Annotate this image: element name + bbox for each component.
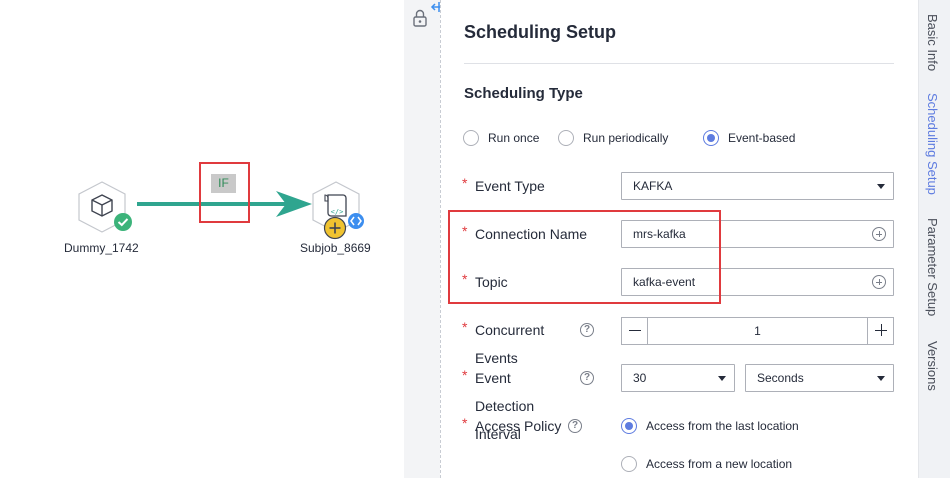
label-event-detection-line2: Detection (475, 398, 535, 414)
tab-parameter-setup[interactable]: Parameter Setup (925, 218, 940, 316)
tab-scheduling-setup[interactable]: Scheduling Setup (925, 93, 940, 195)
divider (464, 63, 894, 64)
label-concurrent-line2: Events (475, 350, 518, 366)
drawer-gutter (404, 0, 440, 478)
radio-run-periodically[interactable]: Run periodically (558, 130, 668, 146)
add-circle-icon[interactable] (872, 275, 886, 289)
label-event-type: Event Type (475, 178, 545, 194)
radio-label: Access from the last location (646, 419, 799, 433)
annotation-box-if (199, 162, 250, 223)
node-label-dummy: Dummy_1742 (64, 241, 139, 255)
chevron-down-icon (877, 184, 885, 189)
section-title: Scheduling Type (464, 85, 583, 102)
add-circle-icon[interactable] (872, 227, 886, 241)
required-mark: * (462, 367, 468, 383)
radio-dot[interactable] (463, 130, 479, 146)
workflow-canvas[interactable]: Dummy_1742 </> Subjob_8669 IF (0, 0, 404, 478)
concurrent-events-stepper[interactable]: 1 (621, 317, 894, 345)
label-access-policy: Access Policy (475, 418, 562, 434)
tab-versions[interactable]: Versions (925, 341, 940, 391)
annotation-box-connection-topic (448, 210, 721, 304)
detection-interval-select[interactable]: 30 (621, 364, 735, 392)
detection-unit-select[interactable]: Seconds (745, 364, 894, 392)
help-icon[interactable]: ? (580, 323, 594, 337)
select-value: KAFKA (633, 179, 673, 193)
radio-label: Access from a new location (646, 457, 793, 471)
stepper-value[interactable]: 1 (648, 318, 867, 344)
chevron-down-icon (718, 376, 726, 381)
label-event-detection: Event (475, 370, 511, 386)
radio-event-based[interactable]: Event-based (703, 130, 795, 146)
scheduling-setup-panel: Scheduling Setup Scheduling Type Run onc… (441, 0, 918, 478)
select-value: 30 (633, 371, 647, 385)
node-label-subjob: Subjob_8669 (300, 241, 371, 255)
radio-access-new-location[interactable]: Access from a new location (621, 456, 792, 472)
radio-label: Event-based (728, 131, 796, 145)
radio-access-last-location[interactable]: Access from the last location (621, 418, 799, 434)
radio-dot[interactable] (558, 130, 574, 146)
success-check-icon (114, 213, 132, 231)
increment-button[interactable] (867, 318, 893, 344)
node-dummy[interactable] (76, 180, 132, 233)
decrement-button[interactable] (622, 318, 648, 344)
link-icon[interactable] (347, 212, 365, 230)
select-value: Seconds (757, 371, 804, 385)
radio-dot-checked[interactable] (703, 130, 719, 146)
help-icon[interactable]: ? (580, 371, 594, 385)
required-mark: * (462, 415, 468, 431)
radio-label: Run once (488, 131, 540, 145)
radio-run-once[interactable]: Run once (463, 130, 539, 146)
radio-dot[interactable] (621, 456, 637, 472)
panel-title: Scheduling Setup (464, 22, 617, 42)
required-mark: * (462, 175, 468, 191)
tab-basic-info[interactable]: Basic Info (925, 14, 940, 71)
radio-label: Run periodically (583, 131, 669, 145)
svg-text:</>: </> (331, 208, 344, 216)
vertical-tab-bar: Basic Info Scheduling Setup Parameter Se… (918, 0, 950, 478)
add-icon[interactable] (323, 216, 347, 240)
label-concurrent: Concurrent (475, 322, 545, 338)
node-subjob[interactable]: </> (310, 180, 364, 240)
lock-icon[interactable] (412, 8, 428, 28)
help-icon[interactable]: ? (568, 419, 582, 433)
chevron-down-icon (877, 376, 885, 381)
event-type-select[interactable]: KAFKA (621, 172, 894, 200)
radio-dot-checked[interactable] (621, 418, 637, 434)
required-mark: * (462, 319, 468, 335)
